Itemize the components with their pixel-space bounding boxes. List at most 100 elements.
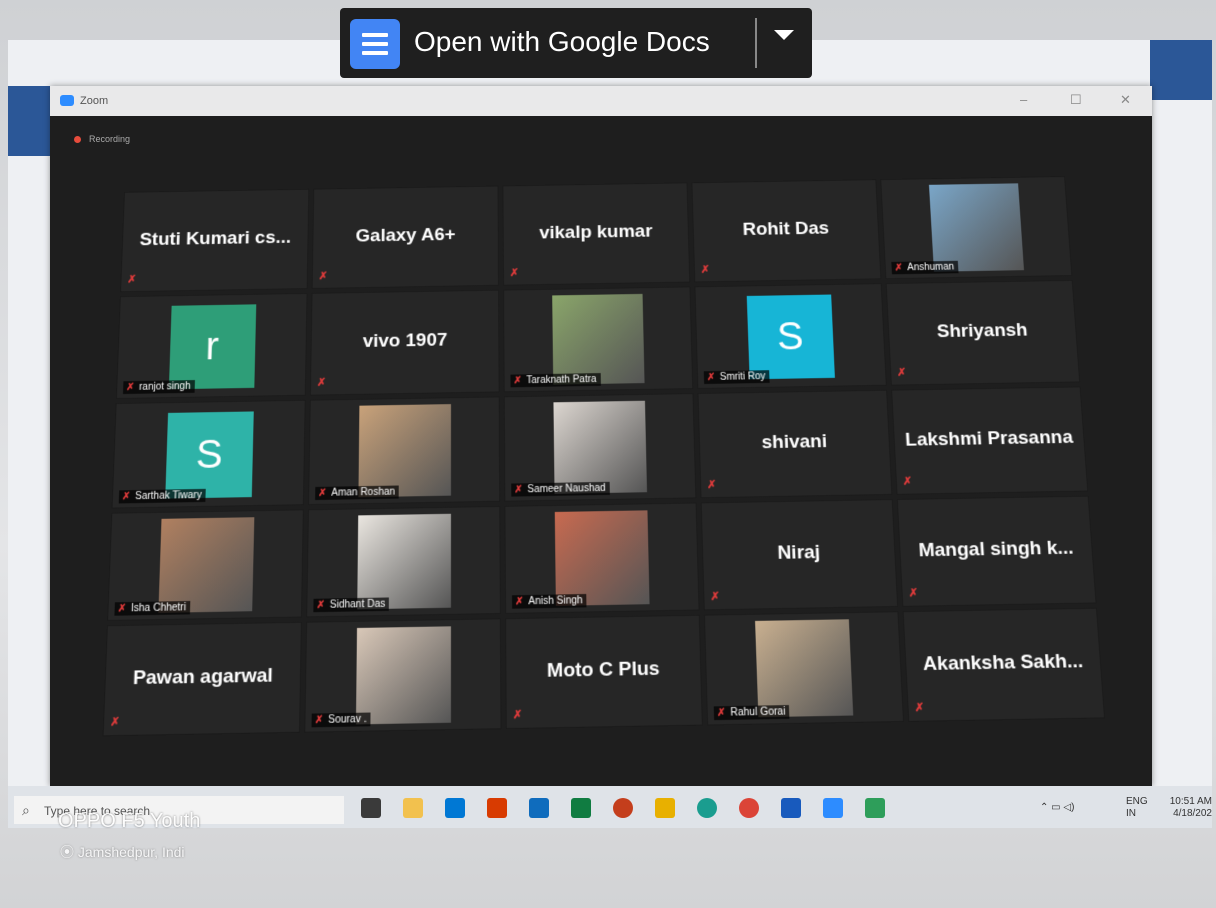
- muted-mic-icon: ✗: [318, 270, 328, 283]
- participant-name: Niraj: [776, 541, 821, 564]
- chrome-icon[interactable]: [728, 790, 770, 826]
- participant-tile[interactable]: S ✗ Sarthak Tiwary: [111, 399, 306, 509]
- participant-label: ✗ Aman Roshan: [315, 485, 400, 501]
- camera-watermark: OPPO F5 Youth: [58, 810, 201, 832]
- participant-tile[interactable]: Galaxy A6+ ✗: [311, 185, 500, 289]
- participant-tile[interactable]: Rohit Das ✗: [691, 179, 882, 283]
- zoom-app-icon[interactable]: [812, 790, 854, 826]
- participant-tile[interactable]: shivani ✗: [697, 389, 893, 499]
- participant-tile[interactable]: ✗ Anish Singh: [504, 502, 700, 614]
- participant-tile[interactable]: Lakshmi Prasanna ✗: [891, 386, 1089, 495]
- participant-tile[interactable]: Niraj ✗: [700, 498, 899, 611]
- participant-name: Rohit Das: [742, 218, 830, 240]
- muted-mic-icon: ✗: [710, 590, 721, 604]
- participant-tile[interactable]: ✗ Rahul Gorai: [703, 611, 905, 726]
- open-with-google-docs-bar: Open with Google Docs: [340, 8, 812, 78]
- participant-tile[interactable]: ✗ Anshuman: [880, 176, 1073, 280]
- participant-name: Akanksha Sakh...: [922, 650, 1084, 676]
- participant-name: ranjot singh: [138, 381, 191, 393]
- participant-tile[interactable]: Mangal singh k... ✗: [896, 495, 1097, 607]
- task-view-icon[interactable]: [350, 790, 392, 826]
- tray-icons[interactable]: ⌃ ▭ ◁): [1040, 802, 1120, 813]
- participant-name: Sarthak Tiwary: [134, 489, 202, 503]
- language-indicator[interactable]: ENG IN: [1126, 796, 1148, 820]
- participant-name: shivani: [761, 431, 828, 454]
- muted-mic-icon: ✗: [316, 599, 326, 612]
- participant-name: Shriyansh: [936, 320, 1029, 342]
- participant-tile[interactable]: Stuti Kumari cs... ✗: [120, 188, 310, 293]
- powerpoint-icon[interactable]: [602, 790, 644, 826]
- participant-tile[interactable]: Pawan agarwal ✗: [102, 621, 302, 737]
- participant-tile[interactable]: vivo 1907 ✗: [309, 289, 500, 396]
- file-explorer-icon[interactable]: [392, 790, 434, 826]
- profile-photo: [157, 517, 254, 613]
- open-with-google-docs-button[interactable]: Open with Google Docs: [414, 26, 710, 58]
- participant-name: vivo 1907: [362, 329, 448, 352]
- participant-tile[interactable]: ✗ Sameer Naushad: [503, 393, 697, 502]
- muted-mic-icon: ✗: [318, 487, 327, 499]
- recording-label: Recording: [89, 134, 131, 144]
- participant-name: Pawan agarwal: [132, 664, 274, 690]
- recording-indicator: Recording: [74, 134, 130, 144]
- participant-label: ✗ Sameer Naushad: [511, 481, 610, 497]
- excel-icon[interactable]: [560, 790, 602, 826]
- maximize-icon[interactable]: ☐: [1070, 92, 1082, 108]
- clock-time: 10:51 AM: [1169, 796, 1212, 807]
- participant-label: ✗ Taraknath Patra: [510, 373, 601, 388]
- muted-mic-icon: ✗: [121, 491, 131, 503]
- participant-tile[interactable]: ✗ Sourav .: [304, 618, 502, 733]
- edge-icon[interactable]: [686, 790, 728, 826]
- location-text: Jamshedpur, Indi: [77, 844, 185, 860]
- participant-name: Rahul Gorai: [730, 706, 786, 719]
- muted-mic-icon: ✗: [894, 262, 904, 274]
- muted-mic-icon: ✗: [706, 372, 716, 383]
- participant-tile[interactable]: Moto C Plus ✗: [505, 614, 703, 730]
- participant-tile[interactable]: ✗ Isha Chhetri: [107, 509, 304, 622]
- participant-name: Stuti Kumari cs...: [139, 227, 292, 250]
- muted-mic-icon: ✗: [700, 264, 710, 276]
- divider: [755, 18, 757, 68]
- muted-mic-icon: ✗: [513, 375, 522, 387]
- search-icon: ⌕: [22, 802, 30, 818]
- participant-name: Anshuman: [907, 261, 955, 274]
- word-icon[interactable]: [770, 790, 812, 826]
- clock[interactable]: 10:51 AM 4/18/202: [1158, 796, 1212, 820]
- participant-tile[interactable]: Akanksha Sakh... ✗: [902, 607, 1106, 722]
- participant-label: ✗ Sidhant Das: [313, 597, 390, 613]
- mail-icon[interactable]: [518, 790, 560, 826]
- dropdown-arrow-icon[interactable]: [774, 30, 794, 40]
- avatar: S: [164, 411, 254, 499]
- zoom-window: Zoom – ☐ ✕ Recording Stuti Kumari cs... ✗…: [50, 86, 1152, 786]
- muted-mic-icon: ✗: [514, 484, 523, 496]
- participant-tile[interactable]: vikalp kumar ✗: [502, 182, 691, 286]
- participant-name: Anish Singh: [528, 595, 583, 608]
- store-icon[interactable]: [434, 790, 476, 826]
- profile-photo: [551, 293, 645, 385]
- taskbar-pinned-apps: [350, 790, 896, 826]
- participant-tile[interactable]: Shriyansh ✗: [885, 279, 1081, 386]
- participant-tile[interactable]: ✗ Taraknath Patra: [503, 286, 694, 393]
- muted-mic-icon: ✗: [908, 587, 919, 600]
- participant-label: ✗ Anshuman: [891, 260, 959, 275]
- office-icon[interactable]: [476, 790, 518, 826]
- muted-mic-icon: ✗: [902, 475, 913, 488]
- participant-tile[interactable]: r ✗ ranjot singh: [115, 292, 308, 400]
- sticky-notes-icon[interactable]: [644, 790, 686, 826]
- close-icon[interactable]: ✕: [1120, 92, 1131, 108]
- cloud-app-icon[interactable]: [854, 790, 896, 826]
- participant-tile[interactable]: ✗ Aman Roshan: [307, 396, 501, 506]
- background-app-ribbon-right: [1150, 40, 1212, 100]
- background-app-ribbon: [8, 86, 54, 156]
- participant-label: ✗ Rahul Gorai: [713, 705, 790, 721]
- participant-tile[interactable]: S ✗ Smriti Roy: [694, 283, 887, 390]
- minimize-icon[interactable]: –: [1020, 92, 1027, 107]
- participant-name: Mangal singh k...: [918, 537, 1075, 562]
- profile-photo: [554, 510, 650, 606]
- participant-label: ✗ Isha Chhetri: [114, 600, 191, 616]
- muted-mic-icon: ✗: [509, 267, 519, 279]
- profile-photo: [356, 513, 451, 610]
- participant-tile[interactable]: ✗ Sidhant Das: [306, 505, 501, 618]
- profile-photo: [357, 404, 451, 498]
- window-title: Zoom: [80, 95, 109, 107]
- muted-mic-icon: ✗: [125, 382, 135, 393]
